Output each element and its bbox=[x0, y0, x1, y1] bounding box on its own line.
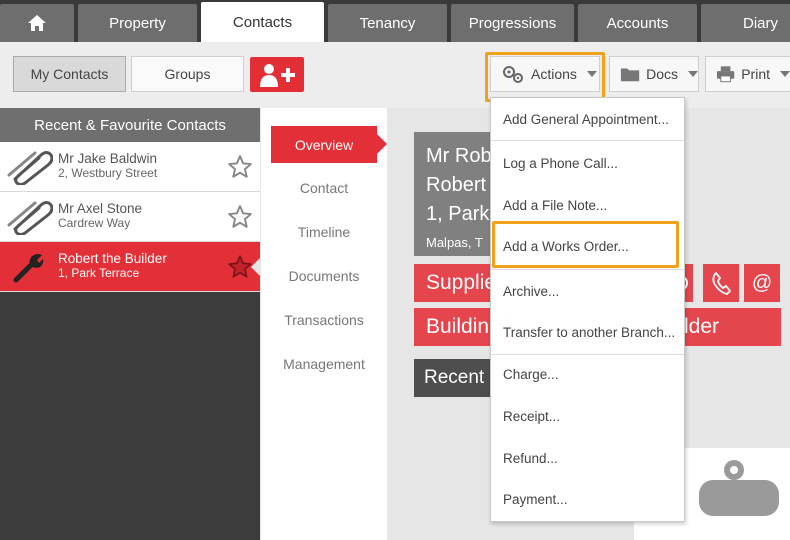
email-button[interactable]: @ bbox=[744, 264, 780, 302]
menu-item-add-works-order[interactable]: Add a Works Order... bbox=[503, 239, 629, 254]
call-button[interactable] bbox=[703, 264, 739, 302]
star-outline-icon bbox=[228, 154, 252, 178]
print-button[interactable]: Print bbox=[705, 56, 790, 92]
subnav-documents[interactable]: Documents bbox=[261, 254, 387, 298]
contact-item-selected[interactable]: Robert the Builder 1, Park Terrace bbox=[0, 242, 261, 292]
contact-name: Mr Axel Stone bbox=[58, 201, 143, 217]
contact-item[interactable]: Mr Axel Stone Cardrew Way bbox=[0, 192, 260, 242]
contact-address: 2, Westbury Street bbox=[58, 166, 158, 181]
selection-pointer bbox=[251, 257, 261, 277]
menu-item-payment[interactable]: Payment... bbox=[503, 492, 568, 507]
nav-tab-progressions[interactable]: Progressions bbox=[451, 4, 574, 42]
print-label: Print bbox=[741, 66, 770, 82]
contact-name: Robert the Builder bbox=[58, 251, 167, 267]
star-outline-icon bbox=[228, 204, 252, 228]
menu-item-receipt[interactable]: Receipt... bbox=[503, 409, 560, 424]
actions-button[interactable]: Actions bbox=[490, 56, 600, 92]
favourite-star-button[interactable] bbox=[220, 204, 260, 230]
groups-button[interactable]: Groups bbox=[131, 56, 244, 92]
phone-icon bbox=[712, 271, 731, 295]
contact-item[interactable]: Mr Jake Baldwin 2, Westbury Street bbox=[0, 142, 260, 192]
printer-icon bbox=[716, 66, 735, 83]
actions-label: Actions bbox=[531, 66, 577, 82]
subnav-overview[interactable]: Overview bbox=[271, 126, 387, 163]
nav-tab-tenancy[interactable]: Tenancy bbox=[328, 4, 447, 42]
folder-icon bbox=[620, 68, 640, 82]
menu-item-charge[interactable]: Charge... bbox=[503, 367, 559, 382]
contacts-panel-title: Recent & Favourite Contacts bbox=[0, 108, 260, 142]
contact-name: Mr Jake Baldwin bbox=[58, 151, 158, 167]
contacts-panel: Recent & Favourite Contacts Mr Jake Bald… bbox=[0, 108, 261, 540]
nav-tab-property[interactable]: Property bbox=[78, 4, 197, 42]
subnav-contact[interactable]: Contact bbox=[261, 166, 387, 210]
home-icon bbox=[28, 15, 46, 31]
menu-separator bbox=[491, 140, 684, 141]
favourite-star-button[interactable] bbox=[220, 154, 260, 180]
subnav-transactions[interactable]: Transactions bbox=[261, 298, 387, 342]
docs-button[interactable]: Docs bbox=[609, 56, 699, 92]
gears-icon bbox=[503, 66, 523, 83]
contact-address: Cardrew Way bbox=[58, 216, 131, 231]
add-contact-button[interactable] bbox=[250, 57, 304, 92]
nav-home[interactable] bbox=[0, 4, 74, 42]
menu-item-archive[interactable]: Archive... bbox=[503, 284, 559, 299]
my-contacts-button[interactable]: My Contacts bbox=[13, 56, 126, 92]
nav-tab-accounts[interactable]: Accounts bbox=[578, 4, 697, 42]
top-navigation: Property Contacts Tenancy Progressions A… bbox=[0, 0, 790, 42]
wrench-icon bbox=[13, 253, 44, 282]
chevron-down-icon bbox=[586, 71, 597, 77]
menu-item-add-general-appointment[interactable]: Add General Appointment... bbox=[503, 112, 669, 127]
docs-label: Docs bbox=[646, 66, 678, 82]
subnav-timeline[interactable]: Timeline bbox=[261, 210, 387, 254]
menu-separator bbox=[491, 354, 684, 355]
nav-tab-diary[interactable]: Diary bbox=[701, 4, 790, 42]
chevron-down-icon bbox=[688, 71, 698, 77]
lock-icon bbox=[699, 460, 779, 516]
email-icon: @ bbox=[751, 271, 773, 294]
menu-item-log-phone-call[interactable]: Log a Phone Call... bbox=[503, 156, 618, 171]
star-filled-icon bbox=[228, 254, 252, 278]
add-contact-icon bbox=[260, 63, 295, 87]
menu-item-refund[interactable]: Refund... bbox=[503, 451, 558, 466]
nav-tab-contacts[interactable]: Contacts bbox=[201, 2, 324, 42]
builder-bar-tail: lder bbox=[684, 308, 781, 346]
contact-subnav: Overview Contact Timeline Documents Tran… bbox=[261, 108, 387, 540]
menu-separator bbox=[491, 269, 684, 270]
paperclip-icon bbox=[7, 150, 53, 185]
menu-item-add-file-note[interactable]: Add a File Note... bbox=[503, 198, 607, 213]
chevron-down-icon bbox=[780, 71, 790, 77]
subnav-management[interactable]: Management bbox=[261, 342, 387, 386]
menu-item-transfer-branch[interactable]: Transfer to another Branch... bbox=[503, 325, 675, 340]
actions-dropdown-menu: Add General Appointment... Log a Phone C… bbox=[490, 97, 685, 522]
paperclip-icon bbox=[7, 200, 53, 235]
contact-address: 1, Park Terrace bbox=[58, 266, 140, 281]
